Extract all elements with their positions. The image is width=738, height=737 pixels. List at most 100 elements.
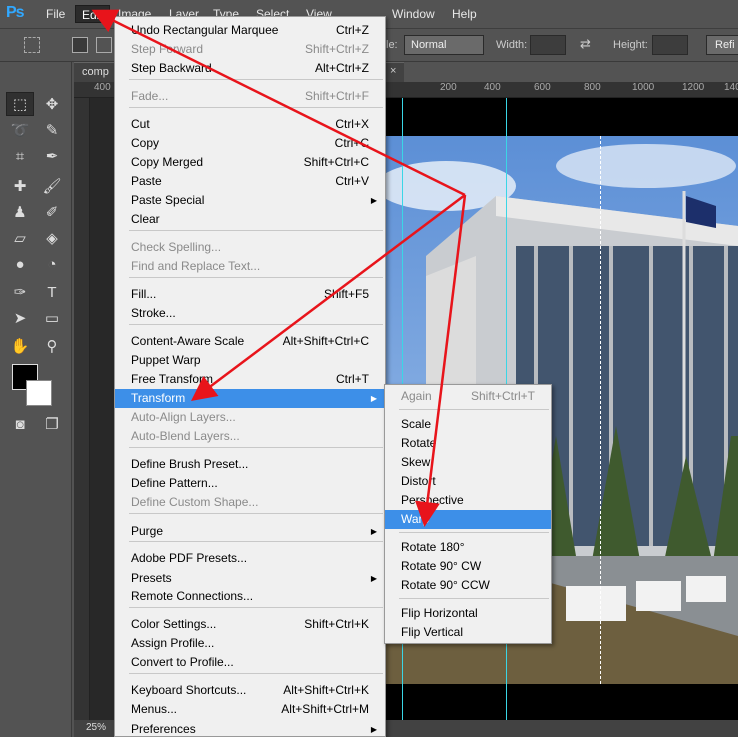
menu-item-label: Remote Connections...	[131, 589, 254, 603]
menu-item-label: Transform	[131, 391, 186, 405]
menu-item-stroke[interactable]: Stroke...	[115, 304, 385, 323]
submenu-item-rotate-90-cw[interactable]: Rotate 90° CW	[385, 557, 551, 576]
menu-item-free-transform[interactable]: Free Transform Ctrl+T	[115, 370, 385, 389]
menu-item-paste-special[interactable]: Paste Special ▶	[115, 191, 385, 210]
menu-item-convert-to-profile[interactable]: Convert to Profile...	[115, 653, 385, 672]
blur-tool-icon[interactable]: ●	[6, 252, 34, 276]
height-input[interactable]	[652, 35, 688, 55]
history-brush-icon[interactable]: ✐	[38, 200, 66, 224]
menu-file[interactable]: File	[40, 5, 71, 23]
menu-item-adobe-pdf-presets[interactable]: Adobe PDF Presets...	[115, 549, 385, 568]
menu-item-step-forward[interactable]: Step Forward Shift+Ctrl+Z	[115, 40, 385, 59]
dodge-tool-icon[interactable]: ◔	[38, 252, 66, 276]
swap-icon[interactable]: ⇄	[580, 36, 591, 52]
menu-item-fill[interactable]: Fill... Shift+F5	[115, 285, 385, 304]
style-select[interactable]: Normal	[404, 35, 484, 55]
quick-mask-icon[interactable]: ◙	[6, 412, 34, 436]
submenu-item-distort[interactable]: Distort	[385, 472, 551, 491]
menu-item-shortcut: Shift+Ctrl+C	[303, 155, 369, 169]
menu-item-paste[interactable]: Paste Ctrl+V	[115, 172, 385, 191]
menu-item-menus[interactable]: Menus... Alt+Shift+Ctrl+M	[115, 700, 385, 719]
menu-item-undo-rectangular-marquee[interactable]: Undo Rectangular Marquee Ctrl+Z	[115, 21, 385, 40]
close-icon[interactable]: ×	[390, 65, 396, 77]
healing-brush-icon[interactable]: ✚	[6, 174, 34, 198]
menu-item-copy-merged[interactable]: Copy Merged Shift+Ctrl+C	[115, 153, 385, 172]
menu-item-label: Scale	[401, 417, 432, 431]
menu-item-label: Content-Aware Scale	[131, 334, 245, 348]
menu-item-cut[interactable]: Cut Ctrl+X	[115, 115, 385, 134]
ruler-tick: 1400	[724, 82, 738, 93]
vertical-ruler	[74, 98, 90, 737]
quick-selection-icon[interactable]: ✎	[38, 118, 66, 142]
menu-item-label: Keyboard Shortcuts...	[131, 683, 247, 697]
menu-item-define-pattern[interactable]: Define Pattern...	[115, 474, 385, 493]
menu-item-clear[interactable]: Clear	[115, 210, 385, 229]
menu-edit[interactable]: Edit	[75, 5, 110, 23]
menu-item-purge[interactable]: Purge ▶	[115, 522, 385, 541]
menu-item-shortcut: Ctrl+V	[335, 174, 369, 188]
menu-item-shortcut: Shift+Ctrl+T	[470, 389, 535, 403]
zoom-tool-icon[interactable]: ⚲	[38, 334, 66, 358]
menu-item-find-and-replace-text[interactable]: Find and Replace Text...	[115, 257, 385, 276]
submenu-item-flip-vertical[interactable]: Flip Vertical	[385, 623, 551, 642]
menu-help[interactable]: Help	[446, 5, 483, 23]
submenu-item-warp[interactable]: Warp	[385, 510, 551, 529]
new-selection-icon[interactable]	[72, 37, 88, 53]
menu-item-fade[interactable]: Fade... Shift+Ctrl+F	[115, 87, 385, 106]
menu-item-define-brush-preset[interactable]: Define Brush Preset...	[115, 455, 385, 474]
menu-item-label: Define Custom Shape...	[131, 495, 259, 509]
menu-item-label: Rotate 90° CCW	[401, 578, 490, 592]
screen-mode-icon[interactable]: ❐	[38, 412, 66, 436]
menu-item-transform[interactable]: Transform ▶	[115, 389, 385, 408]
crop-tool-icon[interactable]: ⌗	[6, 144, 34, 168]
menu-separator	[129, 447, 383, 448]
menu-item-keyboard-shortcuts[interactable]: Keyboard Shortcuts... Alt+Shift+Ctrl+K	[115, 681, 385, 700]
menu-item-label: Perspective	[401, 493, 464, 507]
menu-item-remote-connections[interactable]: Remote Connections...	[115, 587, 385, 606]
submenu-item-flip-horizontal[interactable]: Flip Horizontal	[385, 604, 551, 623]
menu-item-puppet-warp[interactable]: Puppet Warp	[115, 351, 385, 370]
menu-item-color-settings[interactable]: Color Settings... Shift+Ctrl+K	[115, 615, 385, 634]
ruler-tick: 400	[94, 82, 111, 93]
submenu-item-rotate-90-ccw[interactable]: Rotate 90° CCW	[385, 576, 551, 595]
move-tool-icon[interactable]: ✥	[38, 92, 66, 116]
marquee-tool-preset-icon[interactable]	[24, 37, 40, 53]
path-selection-icon[interactable]: ➤	[6, 306, 34, 330]
menu-item-auto-blend-layers[interactable]: Auto-Blend Layers...	[115, 427, 385, 446]
menu-item-shortcut: Shift+Ctrl+F	[304, 89, 369, 103]
brush-tool-icon[interactable]: 🖌	[38, 174, 66, 198]
clone-stamp-icon[interactable]: ♟	[6, 200, 34, 224]
width-input[interactable]	[530, 35, 566, 55]
rectangle-shape-icon[interactable]: ▭	[38, 306, 66, 330]
lasso-tool-icon[interactable]: ➰	[6, 118, 34, 142]
refine-edge-button[interactable]: Refi	[706, 35, 738, 55]
zoom-level[interactable]: 25%	[86, 722, 106, 733]
menu-item-content-aware-scale[interactable]: Content-Aware Scale Alt+Shift+Ctrl+C	[115, 332, 385, 351]
submenu-item-perspective[interactable]: Perspective	[385, 491, 551, 510]
menu-item-check-spelling[interactable]: Check Spelling...	[115, 238, 385, 257]
submenu-item-skew[interactable]: Skew	[385, 453, 551, 472]
add-to-selection-icon[interactable]	[96, 37, 112, 53]
paint-bucket-icon[interactable]: ◈	[38, 226, 66, 250]
submenu-item-rotate-180[interactable]: Rotate 180°	[385, 538, 551, 557]
pen-tool-icon[interactable]: ✑	[6, 280, 34, 304]
background-color-swatch[interactable]	[26, 380, 52, 406]
menu-item-auto-align-layers[interactable]: Auto-Align Layers...	[115, 408, 385, 427]
menu-item-copy[interactable]: Copy Ctrl+C	[115, 134, 385, 153]
menu-item-label: Flip Vertical	[401, 625, 464, 639]
submenu-item-rotate[interactable]: Rotate	[385, 434, 551, 453]
menu-item-define-custom-shape[interactable]: Define Custom Shape...	[115, 493, 385, 512]
menu-item-presets[interactable]: Presets ▶	[115, 569, 385, 588]
menu-window[interactable]: Window	[386, 5, 441, 23]
hand-tool-icon[interactable]: ✋	[6, 334, 34, 358]
type-tool-icon[interactable]: T	[38, 280, 66, 304]
menu-item-step-backward[interactable]: Step Backward Alt+Ctrl+Z	[115, 59, 385, 78]
submenu-item-again[interactable]: Again Shift+Ctrl+T	[385, 387, 551, 406]
menu-item-shortcut: Alt+Shift+Ctrl+K	[283, 683, 369, 697]
eyedropper-icon[interactable]: ✒	[38, 144, 66, 168]
rectangular-marquee-icon[interactable]: ⬚	[6, 92, 34, 116]
menu-item-preferences[interactable]: Preferences ▶	[115, 720, 385, 737]
submenu-item-scale[interactable]: Scale	[385, 415, 551, 434]
eraser-tool-icon[interactable]: ▱	[6, 226, 34, 250]
menu-item-assign-profile[interactable]: Assign Profile...	[115, 634, 385, 653]
